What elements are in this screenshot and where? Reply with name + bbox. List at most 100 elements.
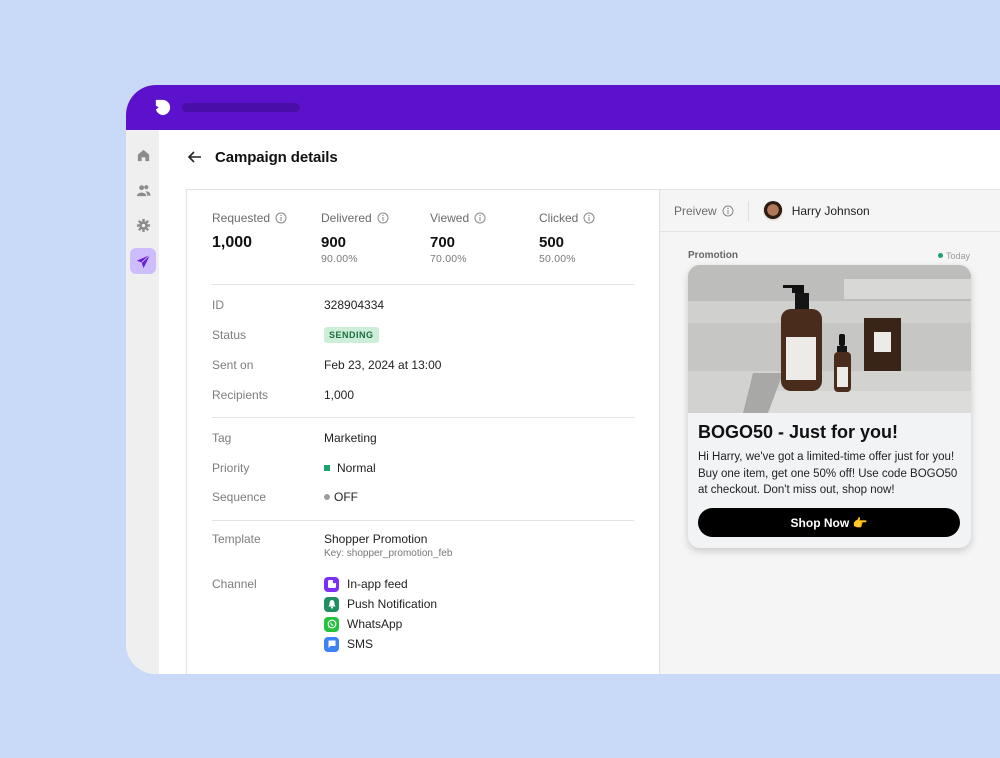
status-badge: SENDING [324, 327, 379, 343]
sidebar-item-settings[interactable] [130, 212, 156, 238]
preview-header: Preivew Harry Johnson [660, 190, 1000, 232]
row-label: ID [212, 298, 224, 312]
row-label: Template [212, 532, 261, 546]
channel-item-in-app: In-app feed [324, 574, 437, 594]
bell-icon [324, 596, 339, 612]
sidebar [126, 130, 159, 674]
send-icon [136, 254, 150, 268]
message-icon [324, 636, 339, 652]
sequence-value: OFF [324, 490, 358, 504]
priority-text: Normal [337, 461, 376, 475]
priority-indicator-icon [324, 465, 330, 471]
stat-value: 900 [321, 234, 347, 251]
stat-viewed: Viewed 700 70.00% [430, 210, 539, 265]
preview-user-selector[interactable]: Harry Johnson [792, 204, 870, 218]
sidebar-item-users[interactable] [130, 177, 156, 203]
stat-label: Delivered [321, 211, 372, 225]
notification-category: Promotion [688, 250, 738, 261]
unread-dot-icon [937, 253, 943, 258]
stat-label: Clicked [539, 211, 579, 225]
detail-row-priority: Priority Normal [212, 459, 376, 477]
stat-value: 500 [539, 234, 565, 251]
divider [212, 284, 634, 285]
top-bar [126, 85, 1000, 130]
detail-row-tag: Tag Marketing [212, 429, 377, 447]
search-bar-placeholder[interactable] [182, 103, 300, 112]
stat-requested: Requested 1,000 [212, 210, 321, 265]
home-icon [137, 149, 149, 161]
logo-icon [155, 99, 171, 116]
detail-row-template: Template Shopper Promotion Key: shopper_… [212, 532, 452, 559]
info-icon[interactable] [474, 212, 486, 224]
priority-value: Normal [324, 461, 376, 475]
gear-icon [136, 218, 150, 232]
shop-now-button[interactable]: Shop Now 👉 [698, 508, 960, 537]
preview-panel: Preivew Harry Johnson Promotion Today BO… [659, 189, 1000, 674]
template-key: Key: shopper_promotion_feb [324, 548, 453, 559]
divider [747, 200, 749, 221]
row-label: Sequence [212, 490, 267, 504]
stat-value: 1,000 [212, 234, 253, 251]
stat-percent: 70.00% [430, 253, 467, 265]
detail-row-id: ID 328904334 [212, 296, 384, 314]
channel-item-push: Push Notification [324, 594, 437, 614]
info-icon[interactable] [275, 212, 287, 224]
info-icon[interactable] [583, 212, 595, 224]
detail-row-sent-on: Sent on Feb 23, 2024 at 13:00 [212, 356, 441, 374]
page-header: Campaign details [186, 145, 338, 169]
row-label: Tag [212, 431, 232, 445]
stat-delivered: Delivered 900 90.00% [321, 210, 430, 265]
row-label: Channel [212, 577, 257, 591]
channel-item-whatsapp: WhatsApp [324, 614, 437, 634]
inbox-icon [324, 576, 339, 592]
whatsapp-icon [324, 616, 339, 632]
stat-clicked: Clicked 500 50.00% [539, 210, 648, 265]
channel-label: In-app feed [347, 577, 408, 591]
card-title: BOGO50 - Just for you! [698, 422, 899, 442]
channel-label: Push Notification [347, 597, 438, 611]
template-name: Shopper Promotion [324, 532, 428, 546]
sequence-text: OFF [334, 490, 358, 504]
channel-list: In-app feed Push Notification WhatsApp S… [324, 574, 437, 654]
notification-time: Today [937, 250, 970, 261]
app-window: Campaign details Requested 1,000 Deliver… [126, 85, 1000, 674]
divider [212, 417, 634, 418]
channel-label: WhatsApp [347, 617, 403, 631]
info-icon[interactable] [377, 212, 389, 224]
detail-row-channel: Channel [212, 575, 324, 593]
row-label: Priority [212, 461, 250, 475]
channel-label: SMS [347, 637, 374, 651]
row-value: 328904334 [324, 298, 385, 312]
notification-card[interactable]: BOGO50 - Just for you! Hi Harry, we've g… [688, 265, 971, 548]
status-dot-icon [324, 494, 330, 500]
row-label: Status [212, 328, 247, 342]
row-value: Marketing [324, 431, 377, 445]
stat-percent: 90.00% [321, 253, 358, 265]
divider [212, 520, 634, 521]
detail-row-status: Status SENDING [212, 326, 379, 344]
sidebar-item-campaigns[interactable] [130, 248, 156, 274]
notification-header: Promotion Today [688, 250, 970, 261]
stat-label: Viewed [430, 211, 470, 225]
avatar [762, 200, 783, 221]
info-icon[interactable] [722, 205, 734, 217]
channel-item-sms: SMS [324, 634, 437, 654]
detail-row-recipients: Recipients 1,000 [212, 386, 354, 404]
row-label: Sent on [212, 358, 254, 372]
campaign-details-panel: Requested 1,000 Delivered 900 90.00% Vie… [186, 189, 660, 674]
row-label: Recipients [212, 388, 269, 402]
page-title: Campaign details [215, 148, 338, 166]
row-value: 1,000 [324, 388, 355, 402]
product-image [688, 265, 971, 413]
row-value: Feb 23, 2024 at 13:00 [324, 358, 442, 372]
time-text: Today [945, 250, 970, 261]
users-icon [136, 184, 151, 196]
sidebar-item-home[interactable] [130, 142, 156, 168]
arrow-left-icon[interactable] [186, 148, 204, 166]
preview-label: Preivew [674, 204, 734, 218]
card-body: Hi Harry, we've got a limited-time offer… [698, 451, 958, 496]
stats-row: Requested 1,000 Delivered 900 90.00% Vie… [212, 210, 648, 265]
stat-label: Requested [212, 211, 271, 225]
preview-label-text: Preivew [674, 203, 717, 218]
detail-row-sequence: Sequence OFF [212, 488, 358, 506]
